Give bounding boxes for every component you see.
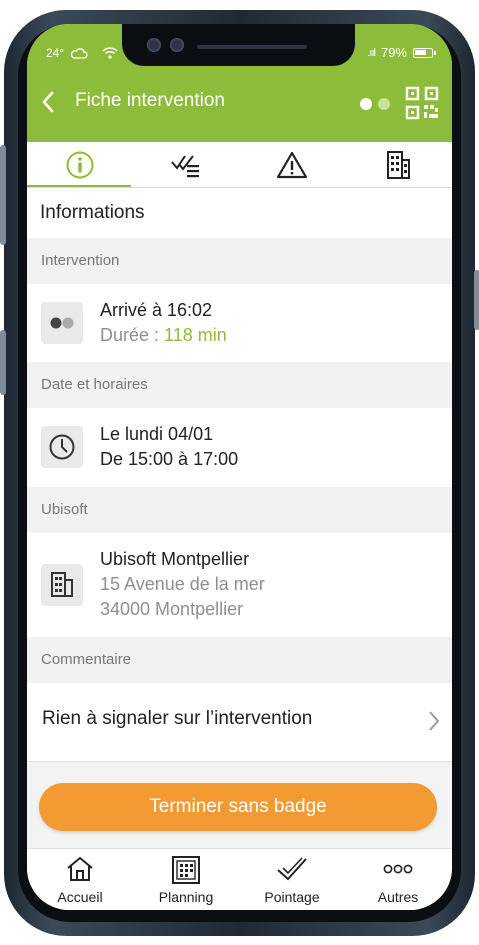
nav-item-pointage[interactable]: Pointage — [239, 849, 345, 910]
schedule-hours: De 15:00 à 17:00 — [100, 449, 239, 469]
duration-value: 118 min — [164, 325, 227, 345]
battery-percent: 79% — [380, 45, 407, 60]
nav-label-accueil: Accueil — [57, 889, 103, 905]
power-button — [0, 145, 6, 245]
nav-label-planning: Planning — [158, 889, 214, 905]
volume-button — [0, 330, 6, 395]
status-bar-right: .ııl 79% — [367, 45, 436, 60]
home-icon — [67, 856, 93, 881]
intervention-header: Intervention — [27, 238, 452, 284]
side-button — [474, 270, 479, 330]
company-header: Ubisoft — [27, 487, 452, 533]
building-icon — [387, 150, 410, 179]
intervention-card: Arrivé à 16:02 Durée : 118 min — [27, 284, 452, 362]
comment-row[interactable]: Rien à signaler sur l’intervention — [27, 683, 452, 762]
status-bar-left: 24° — [46, 46, 118, 60]
camera-notch — [122, 24, 355, 66]
tab-checklist[interactable] — [133, 142, 239, 187]
tab-warning[interactable] — [239, 142, 345, 187]
temperature: 24° — [46, 46, 65, 60]
schedule-header: Date et horaires — [27, 362, 452, 408]
signal-icon: .ııl — [367, 46, 376, 59]
tab-bar — [27, 142, 452, 188]
calendar-icon — [172, 856, 200, 884]
company-name: Ubisoft Montpellier — [100, 549, 250, 569]
schedule-date: Le lundi 04/01 — [100, 424, 214, 444]
battery-icon — [413, 47, 436, 58]
nav-label-pointage: Pointage — [264, 889, 320, 905]
tab-info[interactable] — [27, 142, 133, 187]
clock-icon — [41, 426, 83, 468]
app-header: 24° .ııl 79% Fiche intervention — [27, 24, 452, 142]
title-bar: Fiche intervention — [27, 86, 452, 120]
toggle-dots-icon — [41, 302, 83, 344]
battery-fill — [415, 49, 427, 55]
section-title: Informations — [27, 188, 452, 238]
building-icon — [41, 564, 83, 606]
company-card: Ubisoft Montpellier 15 Avenue de la mer … — [27, 533, 452, 637]
info-icon — [66, 151, 94, 178]
checklist-icon — [171, 154, 199, 177]
front-camera — [147, 38, 161, 52]
cloud-icon — [71, 47, 88, 59]
nav-item-accueil[interactable]: Accueil — [27, 849, 133, 910]
duration-label: Durée : — [100, 325, 165, 345]
schedule-card: Le lundi 04/01 De 15:00 à 17:00 — [27, 408, 452, 487]
comment-text: Rien à signaler sur l’intervention — [42, 708, 313, 729]
toggle-dots-icon[interactable] — [360, 98, 392, 110]
warning-icon — [276, 151, 308, 178]
comment-header: Commentaire — [27, 637, 452, 683]
company-city: 34000 Montpellier — [100, 599, 244, 619]
chevron-left-icon[interactable] — [41, 90, 55, 114]
check-badge-icon — [277, 857, 307, 881]
nav-label-autres: Autres — [377, 889, 419, 905]
bottom-navigation: Accueil Planning Pointage Autres — [27, 848, 452, 910]
active-tab-indicator — [27, 185, 131, 187]
finish-without-badge-button[interactable]: Terminer sans badge — [39, 783, 437, 831]
action-area: Terminer sans badge — [27, 768, 452, 848]
more-icon — [383, 864, 413, 874]
company-street: 15 Avenue de la mer — [100, 574, 265, 594]
page-title: Fiche intervention — [75, 90, 225, 111]
chevron-right-icon — [429, 711, 440, 731]
front-sensor — [170, 38, 184, 52]
app-screen: 24° .ııl 79% Fiche intervention Informat… — [27, 24, 452, 910]
nav-item-planning[interactable]: Planning — [133, 849, 239, 910]
arrival-time: Arrivé à 16:02 — [100, 300, 213, 320]
qr-code-icon[interactable] — [405, 86, 439, 120]
tab-building[interactable] — [345, 142, 451, 187]
earpiece — [197, 45, 307, 49]
wifi-icon — [102, 47, 118, 59]
duration: Durée : 118 min — [100, 325, 227, 346]
nav-item-autres[interactable]: Autres — [345, 849, 451, 910]
